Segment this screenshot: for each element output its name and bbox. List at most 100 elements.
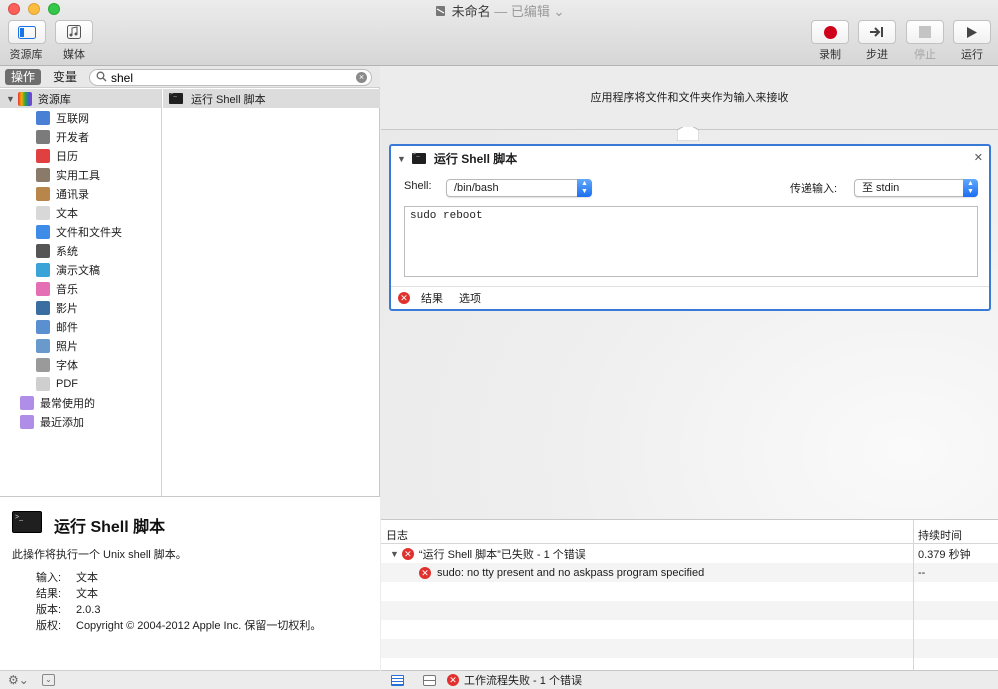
category-label: 通讯录 xyxy=(56,188,89,201)
error-icon: ✕ xyxy=(398,292,410,304)
run-shell-script-action[interactable]: ▼ 运行 Shell 脚本 ✕ Shell: /bin/bash ▲▼ 传递输入… xyxy=(389,144,991,311)
column-divider[interactable] xyxy=(913,520,914,671)
category-item[interactable]: 音乐 xyxy=(36,279,78,298)
category-item[interactable]: 照片 xyxy=(36,336,78,355)
pass-input-value: 至 stdin xyxy=(862,182,900,194)
category-item[interactable]: 互联网 xyxy=(36,108,89,127)
disclosure-open-icon[interactable]: ▼ xyxy=(397,154,406,164)
run-button[interactable] xyxy=(953,20,991,44)
tab-variables[interactable]: 变量 xyxy=(47,69,83,85)
options-tab[interactable]: 选项 xyxy=(459,290,481,306)
smart-group-recently-added[interactable]: 最近添加 xyxy=(20,412,84,431)
error-icon: ✕ xyxy=(419,566,431,579)
log-row[interactable]: ✕ sudo: no tty present and no askpass pr… xyxy=(381,563,998,582)
category-item[interactable]: 系统 xyxy=(36,241,78,260)
version-value: 2.0.3 xyxy=(76,604,101,616)
workflow-input-text: 应用程序将文件和文件夹作为输入来接收 xyxy=(590,92,789,104)
pass-input-label: 传递输入: xyxy=(790,183,838,195)
movie-icon xyxy=(36,300,50,315)
description-toggle-icon[interactable]: ⌄ xyxy=(42,674,55,686)
category-item[interactable]: 字体 xyxy=(36,355,78,374)
pass-input-popup[interactable]: 至 stdin ▲ ▼ xyxy=(854,179,978,197)
window-title: 未命名 — 已编辑 ⌄ xyxy=(0,1,998,20)
category-item[interactable]: 影片 xyxy=(36,298,78,317)
edited-status[interactable]: — 已编辑 xyxy=(494,4,550,19)
shell-popup[interactable]: /bin/bash ▲ ▼ xyxy=(446,179,592,197)
workflow-area: 应用程序将文件和文件夹作为输入来接收 ▼ 运行 Shell 脚本 ✕ Shell… xyxy=(381,66,998,519)
category-label: 系统 xyxy=(56,245,78,258)
search-field[interactable]: × xyxy=(89,69,372,86)
error-icon: ✕ xyxy=(401,547,414,560)
list-view-icon[interactable] xyxy=(391,674,404,686)
disclosure-open-icon[interactable]: ▼ xyxy=(6,94,15,104)
category-item[interactable]: 开发者 xyxy=(36,127,89,146)
step-icon xyxy=(870,27,883,37)
status-bar: ✕ 工作流程失败 - 1 个错误 xyxy=(381,670,998,689)
utilities-icon xyxy=(36,167,50,182)
terminal-icon: >_ xyxy=(12,511,42,533)
log-panel: 日志 持续时间 ▼ ✕ “运行 Shell 脚本”已失败 - 1 个错误 0.3… xyxy=(381,519,998,671)
action-item-run-shell-script[interactable]: 运行 Shell 脚本 xyxy=(163,89,380,108)
tab-actions[interactable]: 操作 xyxy=(5,69,42,85)
category-label: 实用工具 xyxy=(56,169,100,182)
category-label: 照片 xyxy=(56,340,78,353)
close-icon[interactable]: ✕ xyxy=(974,151,983,164)
stop-icon xyxy=(919,26,931,38)
log-message: “运行 Shell 脚本”已失败 - 1 个错误 xyxy=(418,548,586,561)
smart-group-most-used[interactable]: 最常使用的 xyxy=(20,393,95,412)
terminal-icon xyxy=(411,151,426,164)
category-label: 影片 xyxy=(56,302,78,315)
chevron-down-icon[interactable]: ⌄ xyxy=(553,4,564,19)
font-icon xyxy=(36,357,50,372)
shell-popup-value: /bin/bash xyxy=(454,182,499,194)
category-item[interactable]: 通讯录 xyxy=(36,184,89,203)
script-editor[interactable]: sudo reboot xyxy=(404,206,978,277)
disclosure-open-icon[interactable]: ▼ xyxy=(390,549,399,559)
category-item[interactable]: 文本 xyxy=(36,203,78,222)
action-title: 运行 Shell 脚本 xyxy=(433,152,518,166)
category-label: PDF xyxy=(56,377,78,390)
action-description-panel: >_ 运行 Shell 脚本 此操作将执行一个 Unix shell 脚本。 输… xyxy=(0,496,380,670)
action-footer: ✕ 结果 选项 xyxy=(391,286,989,309)
category-item[interactable]: 演示文稿 xyxy=(36,260,100,279)
gear-icon[interactable]: ⚙︎⌄ xyxy=(8,673,29,687)
terminal-icon xyxy=(169,91,183,104)
category-item[interactable]: PDF xyxy=(36,374,78,393)
smart-folder-icon xyxy=(20,414,34,429)
duration-column-header[interactable]: 持续时间 xyxy=(918,527,962,543)
category-label: 邮件 xyxy=(56,321,78,334)
description-text: 此操作将执行一个 Unix shell 脚本。 xyxy=(12,549,187,561)
log-row[interactable]: ▼ ✕ “运行 Shell 脚本”已失败 - 1 个错误 0.379 秒钟 xyxy=(381,544,998,563)
clear-search-icon[interactable]: × xyxy=(356,72,367,83)
photos-icon xyxy=(36,338,50,353)
category-item[interactable]: 邮件 xyxy=(36,317,78,336)
sidebar-icon xyxy=(18,25,36,39)
category-item[interactable]: 文件和文件夹 xyxy=(36,222,122,241)
music-note-icon xyxy=(67,25,81,39)
log-row-empty xyxy=(381,601,998,620)
tools-icon xyxy=(36,129,50,144)
category-item[interactable]: 实用工具 xyxy=(36,165,100,184)
search-input[interactable] xyxy=(111,70,351,85)
library-toggle-button[interactable] xyxy=(8,20,46,44)
category-label: 互联网 xyxy=(56,112,89,125)
library-root-item[interactable]: ▼ 资源库 xyxy=(0,89,161,108)
stop-button[interactable] xyxy=(906,20,944,44)
category-label: 文件和文件夹 xyxy=(56,226,122,239)
search-icon xyxy=(96,71,107,85)
log-column-header[interactable]: 日志 xyxy=(386,527,408,543)
category-item[interactable]: 日历 xyxy=(36,146,78,165)
smart-folder-icon xyxy=(20,395,34,410)
music-icon xyxy=(36,281,50,296)
step-button[interactable] xyxy=(858,20,896,44)
description-copyright-row: 版权: Copyright © 2004-2012 Apple Inc. 保留一切… xyxy=(36,617,321,633)
shell-label: Shell: xyxy=(404,180,432,192)
result-value: 文本 xyxy=(76,588,98,600)
record-button[interactable] xyxy=(811,20,849,44)
split-view-icon[interactable] xyxy=(423,674,436,686)
media-button[interactable] xyxy=(55,20,93,44)
contacts-icon xyxy=(36,186,50,201)
system-icon xyxy=(36,243,50,258)
results-tab[interactable]: 结果 xyxy=(421,290,443,306)
result-key: 结果: xyxy=(36,588,62,600)
